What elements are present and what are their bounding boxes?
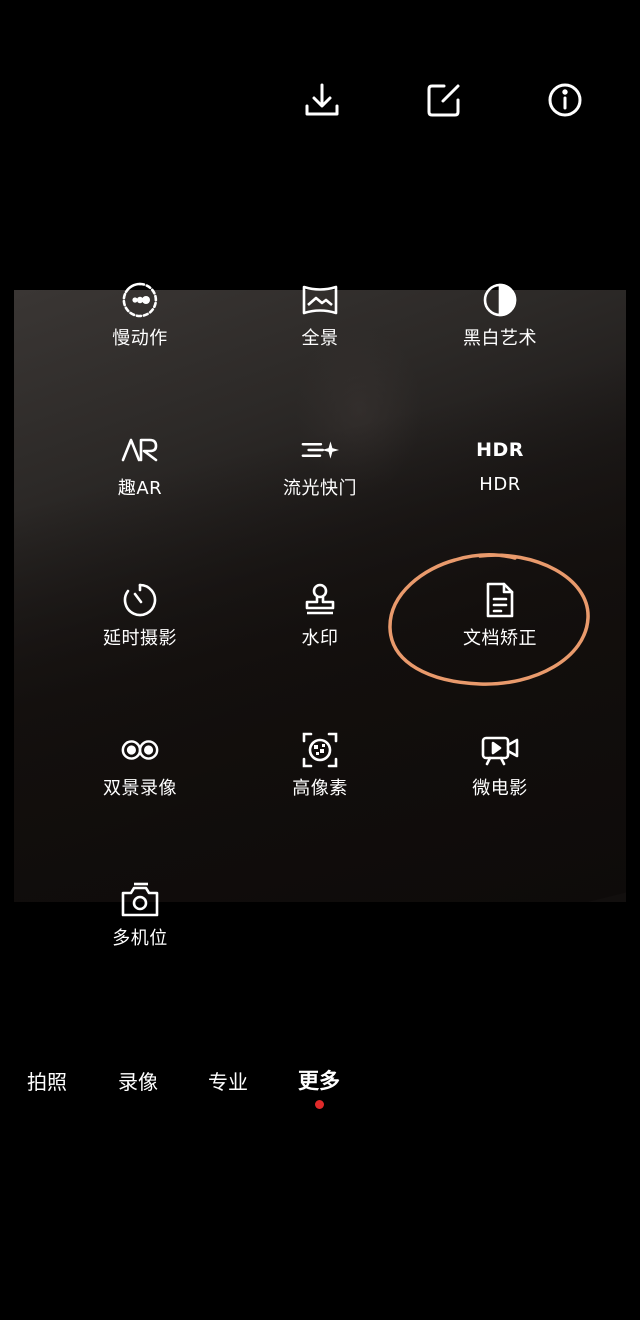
mode-ar[interactable]: 趣AR — [50, 430, 230, 520]
mode-panorama[interactable]: 全景 — [230, 280, 410, 370]
mode-hdr[interactable]: HDR HDR — [410, 430, 590, 520]
mode-label: 全景 — [301, 328, 339, 349]
tab-photo[interactable]: 拍照 — [27, 1066, 67, 1095]
mode-grid: 慢动作 全景 黑白艺术 趣AR 流光快门 HDR HDR 延时摄影 水印 文档矫… — [50, 270, 590, 970]
high-resolution-icon — [300, 730, 340, 770]
top-bar — [0, 0, 640, 200]
download-button[interactable] — [300, 78, 344, 122]
document-icon — [480, 580, 520, 620]
mode-label: 趣AR — [117, 478, 163, 499]
mode-monochrome[interactable]: 黑白艺术 — [410, 280, 590, 370]
hdr-icon: HDR — [476, 430, 523, 470]
watermark-stamp-icon — [300, 580, 340, 620]
slow-motion-icon — [120, 280, 160, 320]
mode-slow-motion[interactable]: 慢动作 — [50, 280, 230, 370]
mode-dual-view[interactable]: 双景录像 — [50, 730, 230, 820]
ar-icon — [120, 430, 160, 470]
mode-label: 流光快门 — [283, 478, 357, 499]
mode-timelapse[interactable]: 延时摄影 — [50, 580, 230, 670]
dual-view-icon — [120, 730, 160, 770]
mode-label: 水印 — [301, 628, 339, 649]
light-trail-icon — [300, 430, 340, 470]
mode-micro-movie[interactable]: 微电影 — [410, 730, 590, 820]
mode-label: 微电影 — [472, 778, 528, 799]
active-tab-indicator — [315, 1100, 324, 1109]
monochrome-icon — [480, 280, 520, 320]
edit-icon — [427, 84, 460, 117]
movie-camera-icon — [480, 730, 520, 770]
mode-label: 双景录像 — [103, 778, 177, 799]
info-button[interactable] — [543, 78, 587, 122]
timelapse-icon — [120, 580, 160, 620]
mode-label: 文档矫正 — [463, 628, 537, 649]
download-icon — [305, 83, 339, 116]
mode-label: 延时摄影 — [103, 628, 177, 649]
tab-video[interactable]: 录像 — [118, 1066, 158, 1095]
mode-multi-camera[interactable]: 多机位 — [50, 880, 230, 970]
mode-label: 多机位 — [112, 928, 168, 949]
hdr-icon-text: HDR — [476, 439, 524, 461]
mode-high-resolution[interactable]: 高像素 — [230, 730, 410, 820]
mode-tabs: 拍照 录像 专业 更多 — [0, 1062, 640, 1122]
edit-button[interactable] — [422, 78, 466, 122]
mode-label: 高像素 — [292, 778, 348, 799]
info-icon — [548, 83, 582, 117]
mode-label: HDR — [479, 474, 521, 495]
mode-label: 黑白艺术 — [463, 328, 537, 349]
panorama-icon — [300, 280, 340, 320]
tab-more[interactable]: 更多 — [298, 1065, 340, 1095]
mode-document-correction[interactable]: 文档矫正 — [410, 580, 590, 670]
mode-label: 慢动作 — [112, 328, 168, 349]
mode-light-trail[interactable]: 流光快门 — [230, 430, 410, 520]
mode-watermark[interactable]: 水印 — [230, 580, 410, 670]
multi-camera-icon — [120, 880, 160, 920]
tab-pro[interactable]: 专业 — [208, 1066, 248, 1095]
